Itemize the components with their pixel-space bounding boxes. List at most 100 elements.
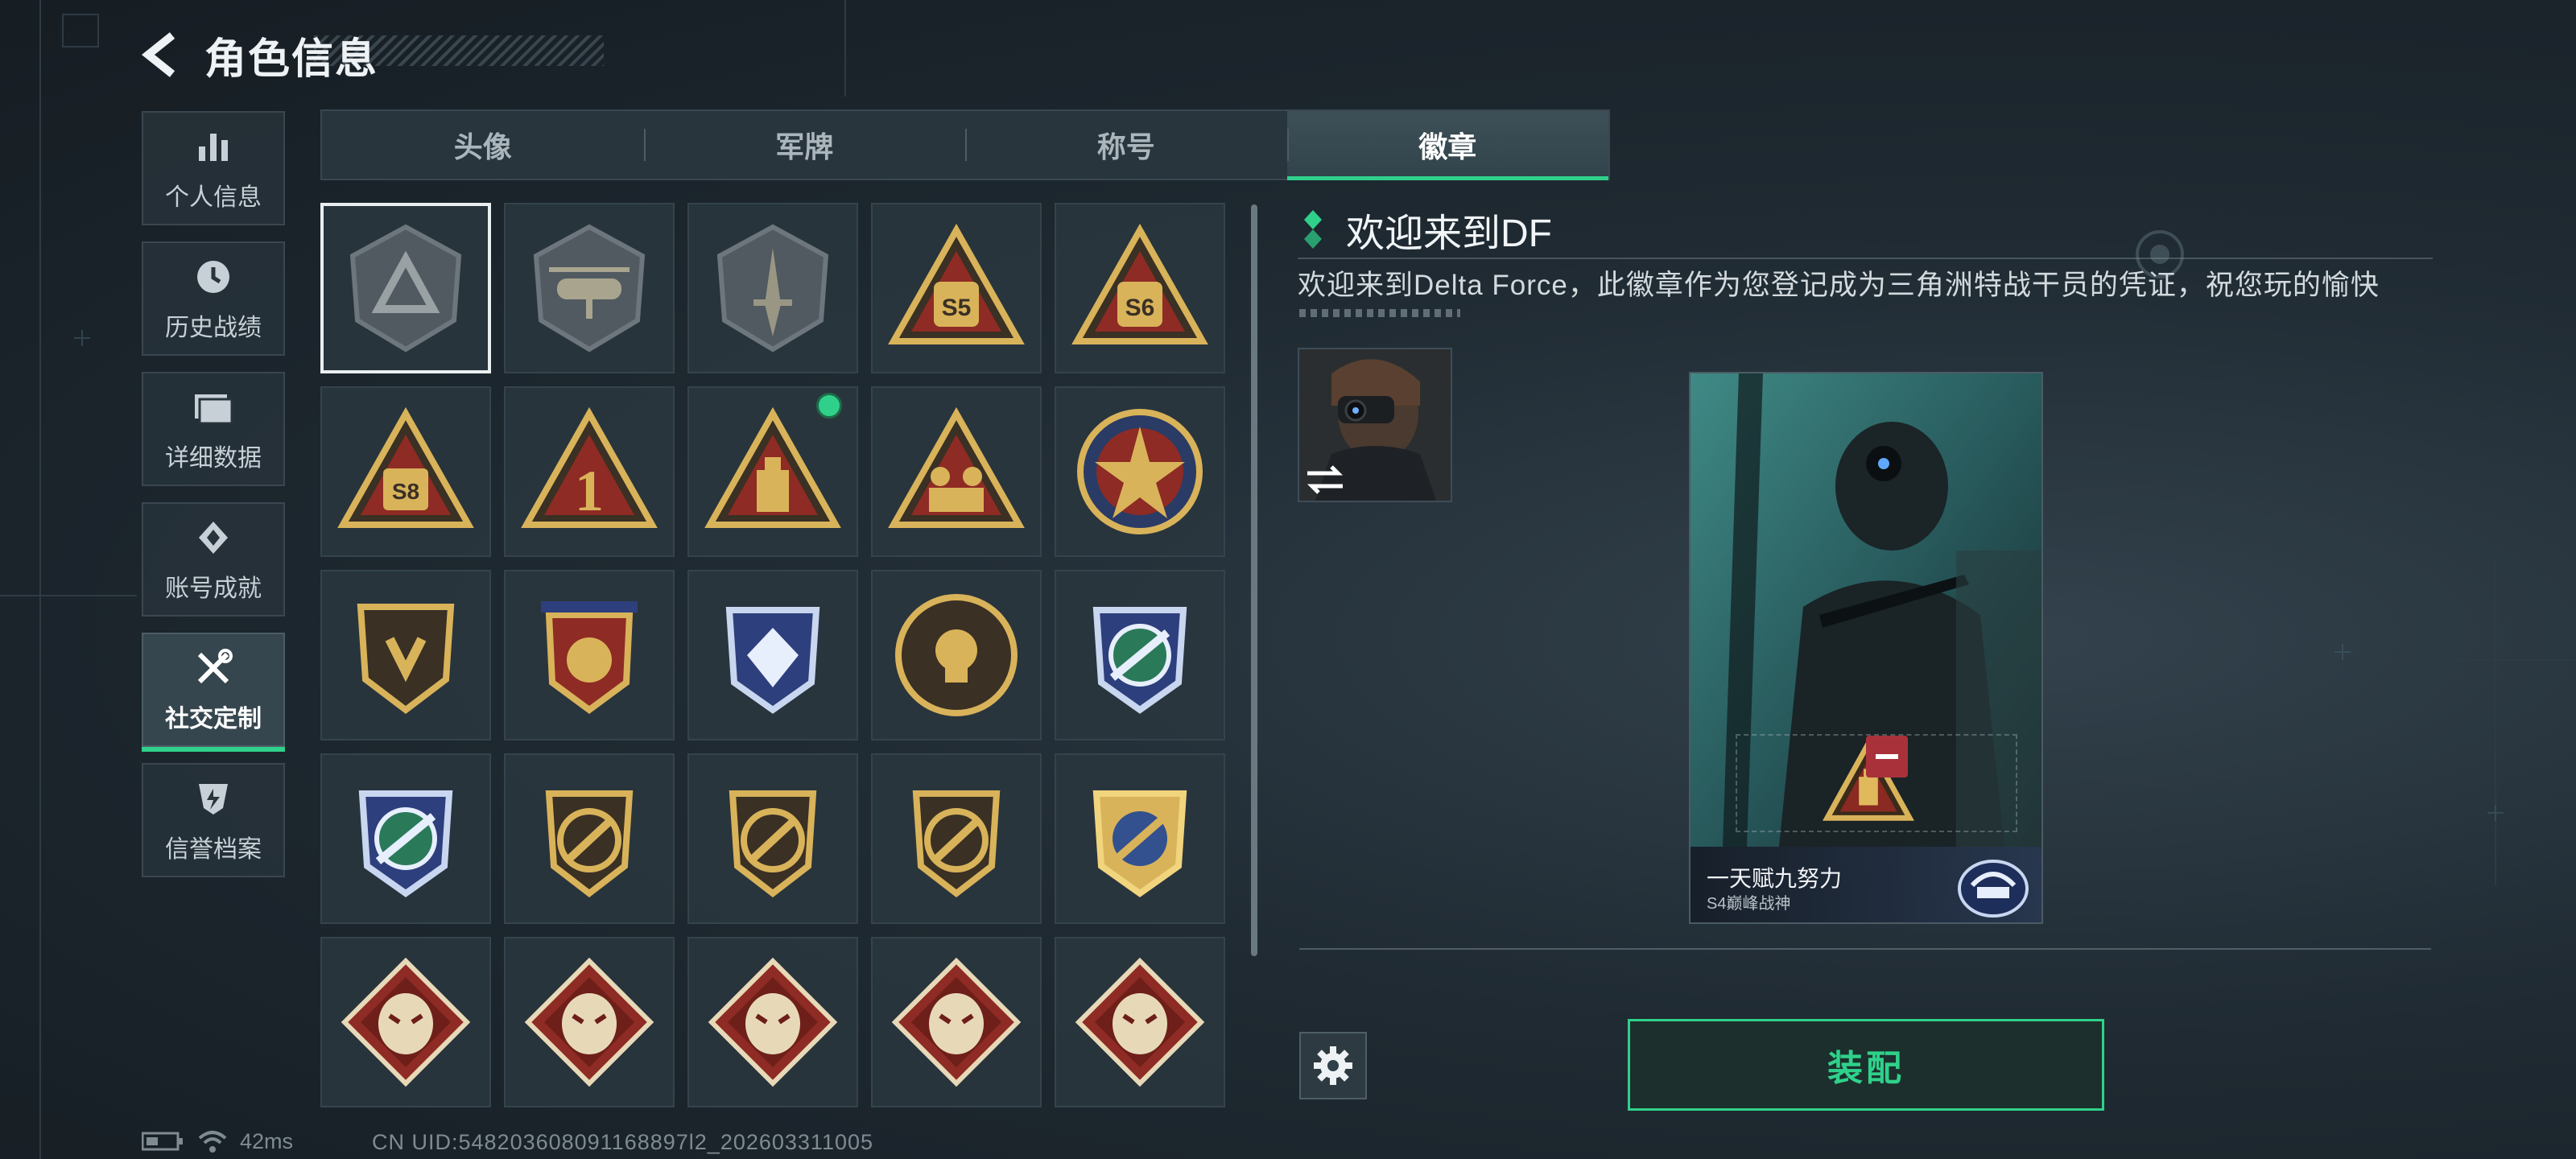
- wing-shield-badge-icon: [357, 604, 455, 715]
- delta-shield-badge-icon: [349, 224, 462, 353]
- user-uid: CN UID:548203608091168897l2_202603311005: [372, 1130, 874, 1154]
- sidebar-item-social-custom[interactable]: 社交定制: [142, 633, 285, 752]
- tab-dog-tag[interactable]: 军牌: [643, 111, 966, 179]
- number-one-triangle-badge-icon: 1: [521, 406, 658, 528]
- tab-avatar[interactable]: 头像: [322, 111, 644, 179]
- tools-icon: [189, 645, 237, 691]
- divider: [1298, 258, 2433, 259]
- badge-detail-header: 欢迎来到DF: [1301, 201, 1552, 258]
- star-round-badge-icon: [1077, 409, 1203, 534]
- knife-crosshair-gold-badge-icon: [1092, 790, 1187, 897]
- badge-cell[interactable]: [320, 203, 491, 373]
- achievement-icon: [189, 515, 237, 560]
- badge-grid: S5 S6 S8 1: [320, 203, 1235, 1111]
- wolf-diamond-badge-2-icon: [524, 957, 654, 1087]
- equip-button[interactable]: 装配: [1628, 1019, 2104, 1111]
- wolf-diamond-badge-icon: [341, 957, 471, 1087]
- tab-title[interactable]: 称号: [965, 111, 1287, 179]
- badge-cell[interactable]: [687, 937, 858, 1107]
- diamond-marker-icon: [1304, 210, 1322, 249]
- badge-cell[interactable]: [687, 203, 858, 373]
- dagger-shield-badge-icon: [716, 224, 829, 353]
- page-header: 角色信息: [137, 23, 378, 87]
- badge-cell[interactable]: [504, 753, 675, 924]
- divider: [1299, 309, 1460, 317]
- sniper-circle-badge-icon: [729, 790, 817, 898]
- badge-name: 欢迎来到DF: [1346, 212, 1552, 255]
- battery-icon: [142, 1132, 183, 1151]
- badge-cell[interactable]: [687, 753, 858, 924]
- gem-shield-badge-icon: [725, 607, 820, 714]
- badge-cell[interactable]: S5: [871, 203, 1042, 373]
- badge-cell[interactable]: [871, 570, 1042, 740]
- badge-cell[interactable]: [320, 937, 491, 1107]
- badge-cell[interactable]: S8: [320, 386, 491, 557]
- s6-triangle-badge-icon: S6: [1071, 223, 1208, 344]
- bar-chart-icon: [189, 124, 237, 169]
- badge-description: 欢迎来到Delta Force，此徽章作为您登记成为三角洲特战干员的凭证，祝您玩…: [1298, 270, 2380, 301]
- sidebar-item-label: 个人信息: [165, 184, 262, 211]
- badge-cell[interactable]: [1055, 386, 1225, 557]
- shield-credit-icon: [189, 776, 237, 821]
- badge-cell[interactable]: [504, 937, 675, 1107]
- sidebar-item-label: 历史战绩: [165, 315, 262, 341]
- rifle-crosshair-badge-icon: [1092, 607, 1187, 714]
- s8-triangle-badge-icon: S8: [337, 406, 474, 528]
- gear-icon: [1314, 1046, 1352, 1085]
- rifle-circle-badge-icon: [545, 790, 634, 898]
- clock-icon: [189, 254, 237, 299]
- status-bar: 42ms: [142, 1128, 293, 1154]
- badge-cell[interactable]: S6: [1055, 203, 1225, 373]
- badge-cell[interactable]: [871, 753, 1042, 924]
- svg-text:1: 1: [575, 459, 604, 523]
- tab-badge[interactable]: 徽章: [1286, 111, 1608, 180]
- sidebar-item-achievements[interactable]: 账号成就: [142, 502, 285, 617]
- player-name: 一天赋九努力: [1707, 866, 1843, 891]
- sidebar-item-match-history[interactable]: 历史战绩: [142, 241, 285, 356]
- badge-cell[interactable]: 1: [504, 386, 675, 557]
- soldiers-triangle-badge-icon: [888, 406, 1025, 528]
- laurel-shield-badge-icon: [541, 601, 638, 714]
- wifi-icon: [198, 1131, 227, 1153]
- svg-text:S5: S5: [942, 295, 972, 321]
- badge-cell[interactable]: [320, 570, 491, 740]
- rank-emblem-icon: [1958, 860, 2029, 918]
- raptor-diamond-badge-icon: [708, 957, 838, 1087]
- minus-icon: [1876, 754, 1898, 759]
- ping-value: 42ms: [240, 1128, 294, 1153]
- rifle-crosshair-blue-badge-icon: [358, 790, 453, 897]
- new-item-indicator: [816, 393, 842, 419]
- usb-triangle-badge-icon: [704, 406, 841, 528]
- sidebar-item-label: 社交定制: [165, 706, 262, 732]
- divider: [1299, 948, 2431, 950]
- sidebar-item-credit-record[interactable]: 信誉档案: [142, 763, 285, 877]
- operator-portrait-thumbnail[interactable]: [1298, 348, 1452, 502]
- back-arrow-icon[interactable]: [137, 31, 185, 79]
- badge-cell[interactable]: [504, 203, 675, 373]
- sidebar-nav: 个人信息 历史战绩 详细数据 账号成就 社交定制 信誉档案: [142, 111, 288, 893]
- equip-button-label: 装配: [1827, 1049, 1905, 1088]
- sidebar-item-detailed-data[interactable]: 详细数据: [142, 372, 285, 486]
- settings-button[interactable]: [1299, 1032, 1367, 1099]
- folder-icon: [189, 385, 237, 430]
- badge-cell[interactable]: [687, 570, 858, 740]
- player-card-preview: [1689, 372, 2043, 924]
- swap-arrows-icon[interactable]: [1302, 462, 1348, 497]
- badge-cell[interactable]: [1055, 570, 1225, 740]
- badge-cell[interactable]: [871, 937, 1042, 1107]
- badge-grid-scrollbar[interactable]: [1251, 204, 1257, 956]
- svg-text:S6: S6: [1125, 295, 1155, 321]
- badge-cell[interactable]: [1055, 753, 1225, 924]
- badge-cell[interactable]: [687, 386, 858, 557]
- pistol-circle-badge-icon: [912, 790, 1001, 898]
- skull-round-badge-icon: [895, 594, 1018, 716]
- sidebar-item-label: 账号成就: [165, 575, 262, 602]
- page-title: 角色信息: [204, 35, 379, 83]
- sidebar-item-personal-info[interactable]: 个人信息: [142, 111, 285, 225]
- badge-cell[interactable]: [871, 386, 1042, 557]
- badge-cell[interactable]: [1055, 937, 1225, 1107]
- svg-text:S8: S8: [392, 479, 419, 504]
- badge-cell[interactable]: [320, 753, 491, 924]
- remove-badge-button[interactable]: [1866, 736, 1908, 777]
- badge-cell[interactable]: [504, 570, 675, 740]
